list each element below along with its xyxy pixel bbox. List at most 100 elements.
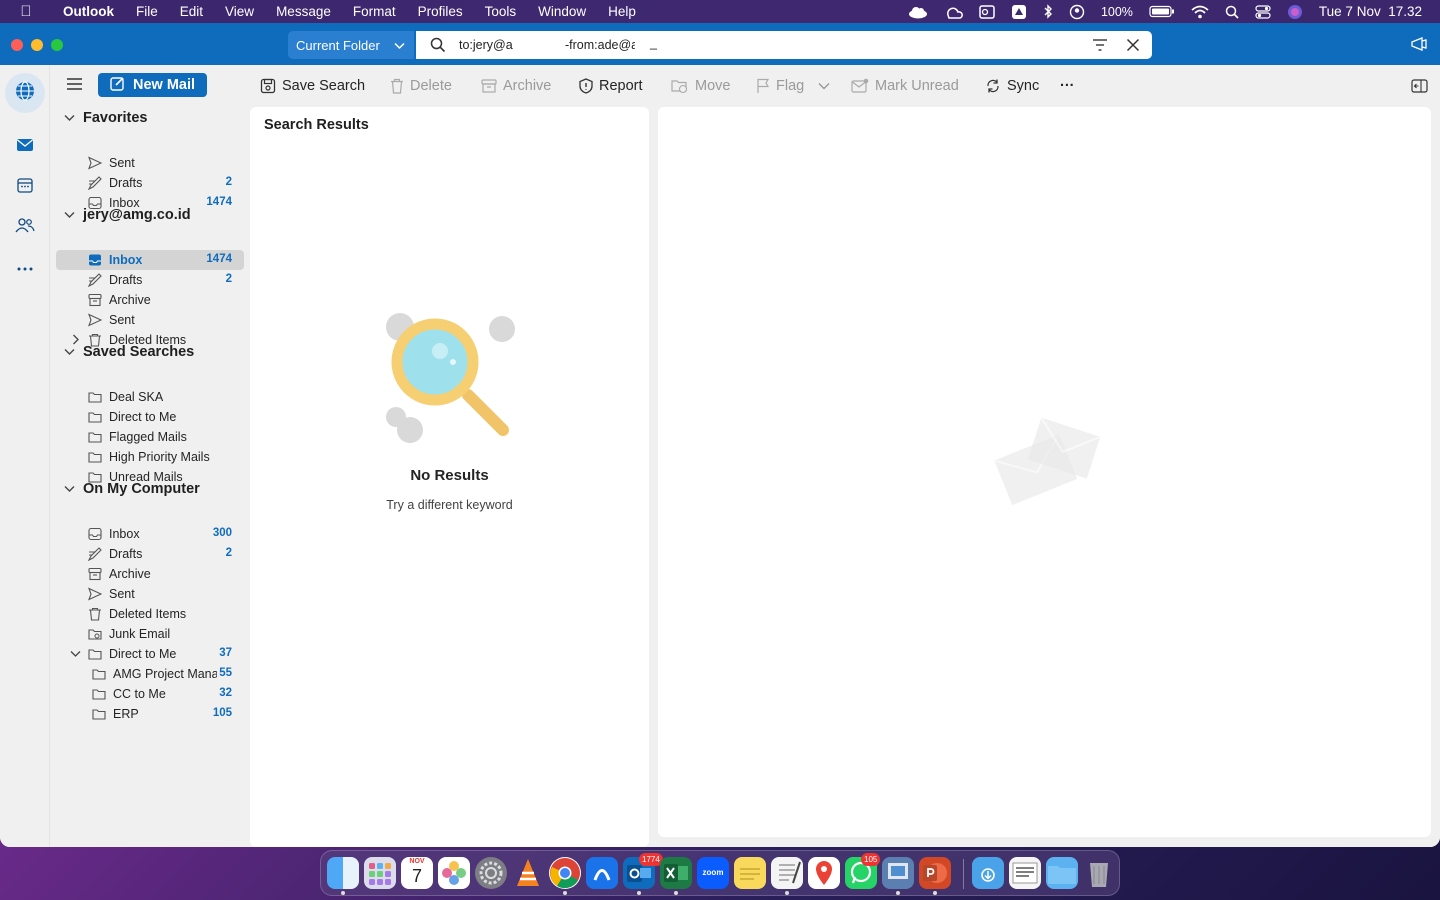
folder-local-archive[interactable]: Archive [56, 564, 244, 584]
dock-vlc-icon[interactable] [512, 857, 544, 889]
flag-button[interactable]: Flag [756, 76, 804, 96]
sync-button[interactable]: Sync [985, 76, 1039, 96]
control-center-icon[interactable] [1247, 4, 1279, 19]
section-account[interactable]: jery@amg.co.id [64, 207, 191, 223]
rail-people-button[interactable] [5, 207, 45, 247]
folder-account-inbox[interactable]: Inbox 1474 [56, 250, 244, 270]
apple-menu-icon[interactable]:  [0, 3, 52, 20]
search-input[interactable]: to:jery@a -from:ade@a _ [416, 31, 1152, 59]
save-search-button[interactable]: Save Search [260, 76, 365, 96]
user-account-icon[interactable] [1061, 4, 1093, 20]
saved-search-direct-to-me[interactable]: Direct to Me [56, 407, 244, 427]
report-button[interactable]: Report [579, 76, 643, 96]
menu-message[interactable]: Message [265, 4, 342, 19]
close-window-button[interactable] [11, 39, 23, 51]
saved-search-deal-ska[interactable]: Deal SKA [56, 387, 244, 407]
clear-search-icon[interactable] [1126, 38, 1140, 55]
feedback-megaphone-icon[interactable] [1410, 36, 1428, 57]
folder-local-amg-project[interactable]: AMG Project Mana 55 [56, 664, 244, 684]
rail-calendar-button[interactable] [5, 167, 45, 207]
move-button[interactable]: Move [671, 76, 730, 96]
dock-folder-icon[interactable] [1046, 857, 1078, 889]
menu-edit[interactable]: Edit [169, 4, 214, 19]
bluetooth-icon[interactable] [1035, 4, 1061, 19]
cloud-icon[interactable] [899, 5, 937, 19]
dock-preview-icon[interactable] [882, 857, 914, 889]
menubar-clock[interactable]: Tue 7 Nov 17.32 [1311, 4, 1430, 19]
mark-unread-button[interactable]: Mark Unread [851, 76, 959, 96]
dock-notes-icon[interactable] [734, 857, 766, 889]
save-icon [260, 78, 276, 94]
filter-icon[interactable] [1092, 38, 1108, 55]
archive-icon [88, 293, 102, 307]
new-mail-button[interactable]: New Mail [98, 73, 207, 97]
menu-profiles[interactable]: Profiles [407, 4, 474, 19]
dock-launchpad-icon[interactable] [364, 857, 396, 889]
saved-search-high-priority[interactable]: High Priority Mails [56, 447, 244, 467]
dock-system-settings-icon[interactable] [475, 857, 507, 889]
folder-local-deleted[interactable]: Deleted Items [56, 604, 244, 624]
delete-button[interactable]: Delete [390, 76, 452, 96]
folder-local-direct-to-me[interactable]: Direct to Me 37 [56, 644, 244, 664]
flag-options-dropdown[interactable] [818, 76, 830, 96]
outlook-status-icon[interactable] [971, 4, 1003, 20]
menu-format[interactable]: Format [342, 4, 407, 19]
rail-mail-globe-button[interactable] [5, 73, 45, 113]
rail-more-apps-button[interactable] [5, 247, 45, 287]
dock-zoom-icon[interactable]: zoom [697, 857, 729, 889]
menu-tools[interactable]: Tools [474, 4, 528, 19]
archive-button[interactable]: Archive [481, 76, 551, 96]
dock-document-stack-icon[interactable] [1009, 857, 1041, 889]
menu-file[interactable]: File [125, 4, 169, 19]
dock-textedit-icon[interactable] [771, 857, 803, 889]
folder-local-sent[interactable]: Sent [56, 584, 244, 604]
dock-trash-icon[interactable] [1083, 857, 1115, 889]
dock-chrome-icon[interactable] [549, 857, 581, 889]
chevron-down-icon[interactable] [70, 650, 81, 658]
folder-local-inbox[interactable]: Inbox 300 [56, 524, 244, 544]
rail-mail-button[interactable] [5, 127, 45, 167]
minimize-window-button[interactable] [31, 39, 43, 51]
dock-finder-icon[interactable] [327, 857, 359, 889]
sync-cloud-icon[interactable] [937, 5, 971, 19]
saved-search-flagged-mails[interactable]: Flagged Mails [56, 427, 244, 447]
dock-excel-icon[interactable] [660, 857, 692, 889]
wifi-icon[interactable] [1183, 5, 1217, 19]
dock-app-icon[interactable] [586, 857, 618, 889]
folder-local-cc-to-me[interactable]: CC to Me 32 [56, 684, 244, 704]
folder-local-junk[interactable]: Junk Email [56, 624, 244, 644]
menu-help[interactable]: Help [597, 4, 647, 19]
menu-app-name[interactable]: Outlook [52, 4, 125, 19]
section-favorites[interactable]: Favorites [64, 110, 147, 126]
dock-powerpoint-icon[interactable] [919, 857, 951, 889]
dock-photos-icon[interactable] [438, 857, 470, 889]
siri-icon[interactable] [1279, 4, 1311, 20]
search-scope-dropdown[interactable]: Current Folder [288, 31, 414, 59]
toggle-reading-pane-button[interactable] [1411, 76, 1428, 96]
drive-icon[interactable] [1003, 4, 1035, 20]
folder-count: 55 [219, 667, 232, 679]
section-saved-searches[interactable]: Saved Searches [64, 344, 194, 360]
chevron-down-icon [818, 83, 830, 90]
maximize-window-button[interactable] [51, 39, 63, 51]
move-folder-icon [671, 80, 688, 94]
pencil-draft-icon [88, 273, 102, 287]
folder-account-archive[interactable]: Archive [56, 290, 244, 310]
hamburger-menu-icon[interactable] [66, 77, 83, 96]
folder-local-erp[interactable]: ERP 105 [56, 704, 244, 724]
folder-account-sent[interactable]: Sent [56, 310, 244, 330]
dock-downloads-folder-icon[interactable] [972, 857, 1004, 889]
menu-window[interactable]: Window [527, 4, 597, 19]
send-icon [88, 156, 102, 170]
menu-view[interactable]: View [214, 4, 265, 19]
folder-favorites-drafts[interactable]: Drafts 2 [56, 173, 244, 193]
section-on-my-computer[interactable]: On My Computer [64, 481, 200, 497]
folder-favorites-sent[interactable]: Sent [56, 153, 244, 173]
dock-calendar-icon[interactable]: NOV 7 [401, 857, 433, 889]
spotlight-search-icon[interactable] [1217, 5, 1247, 19]
folder-account-drafts[interactable]: Drafts 2 [56, 270, 244, 290]
more-commands-button[interactable]: ··· [1060, 76, 1075, 96]
battery-icon[interactable] [1141, 5, 1183, 18]
dock-maps-icon[interactable] [808, 857, 840, 889]
folder-local-drafts[interactable]: Drafts 2 [56, 544, 244, 564]
